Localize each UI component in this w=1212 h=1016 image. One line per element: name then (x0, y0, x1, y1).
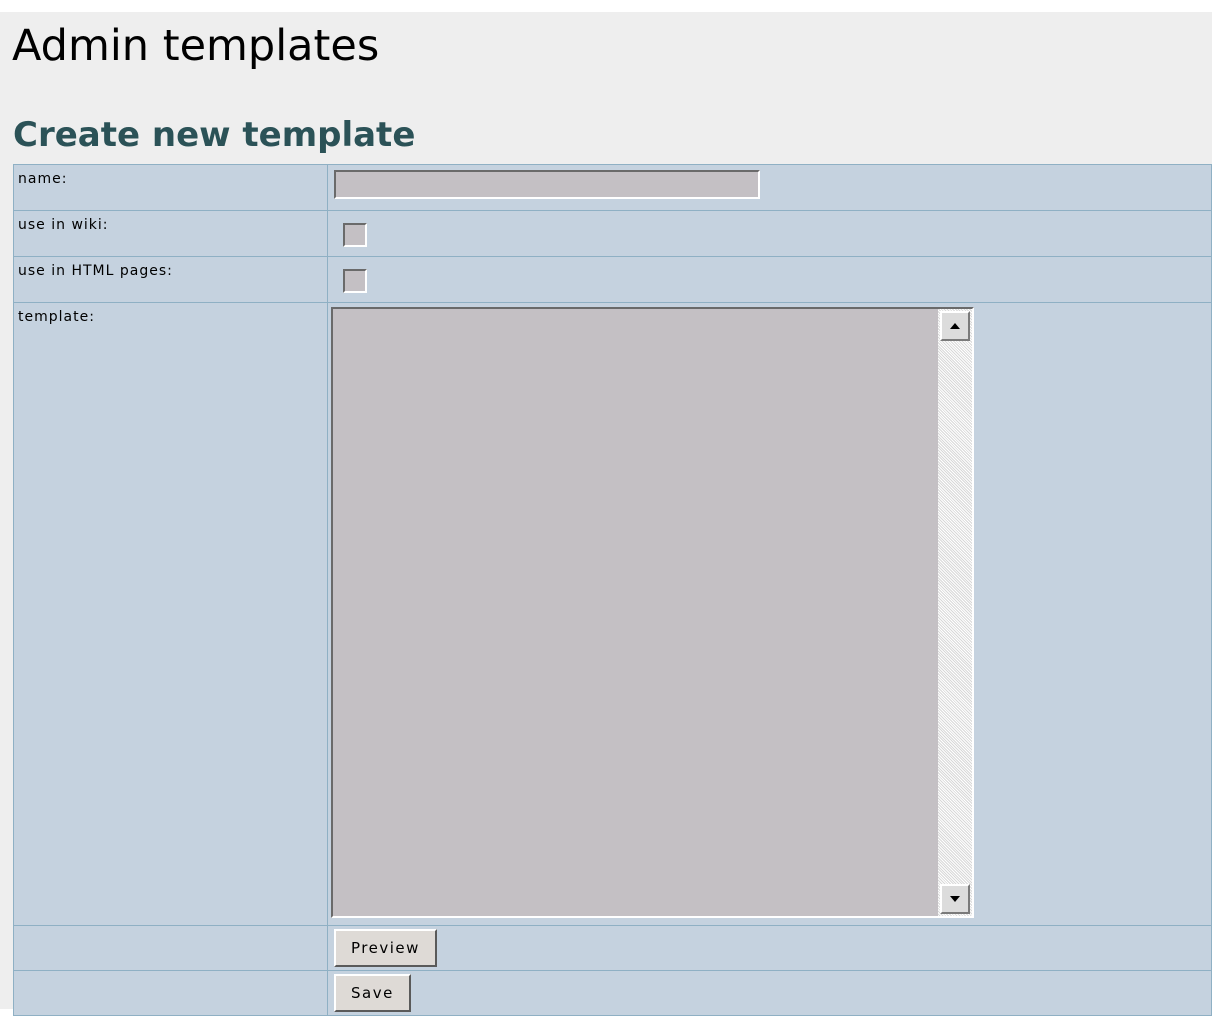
form-row-preview: Preview (13, 925, 1212, 971)
template-label: template: (18, 309, 95, 325)
template-textarea[interactable] (333, 309, 942, 920)
name-label: name: (18, 171, 68, 187)
name-input[interactable] (334, 170, 760, 199)
form-field-cell: Preview (327, 925, 1212, 971)
arrow-up-icon (950, 323, 960, 329)
preview-button[interactable]: Preview (334, 929, 437, 967)
page-title: Admin templates (12, 21, 380, 71)
form-field-cell (327, 256, 1212, 303)
main-content: Admin templates Create new template name… (0, 12, 1212, 1016)
use-in-wiki-label: use in wiki: (18, 217, 109, 233)
scroll-down-button[interactable] (940, 884, 970, 914)
form-field-cell (327, 164, 1212, 211)
form-field-cell (327, 302, 1212, 926)
section-title: Create new template (13, 115, 416, 155)
form-label-cell (13, 925, 328, 971)
form-label-cell: name: (13, 164, 328, 211)
form-row-template: template: (13, 302, 1212, 926)
template-textarea-frame (331, 307, 974, 920)
use-in-html-label: use in HTML pages: (18, 263, 173, 279)
form-row-use-in-html: use in HTML pages: (13, 256, 1212, 303)
textarea-scrollbar[interactable] (938, 309, 972, 916)
use-in-wiki-checkbox[interactable] (343, 223, 367, 247)
scroll-up-button[interactable] (940, 311, 970, 341)
form-label-cell: use in HTML pages: (13, 256, 328, 303)
form-field-cell (327, 210, 1212, 257)
use-in-html-checkbox[interactable] (343, 269, 367, 293)
form-label-cell: template: (13, 302, 328, 926)
create-template-form: name: use in wiki: use in HTML pages: te… (13, 164, 1212, 1016)
page: Admin templates Create new template name… (0, 0, 1212, 1016)
form-label-cell: use in wiki: (13, 210, 328, 257)
save-button[interactable]: Save (334, 974, 411, 1012)
arrow-down-icon (950, 896, 960, 902)
form-row-use-in-wiki: use in wiki: (13, 210, 1212, 257)
form-row-name: name: (13, 164, 1212, 211)
